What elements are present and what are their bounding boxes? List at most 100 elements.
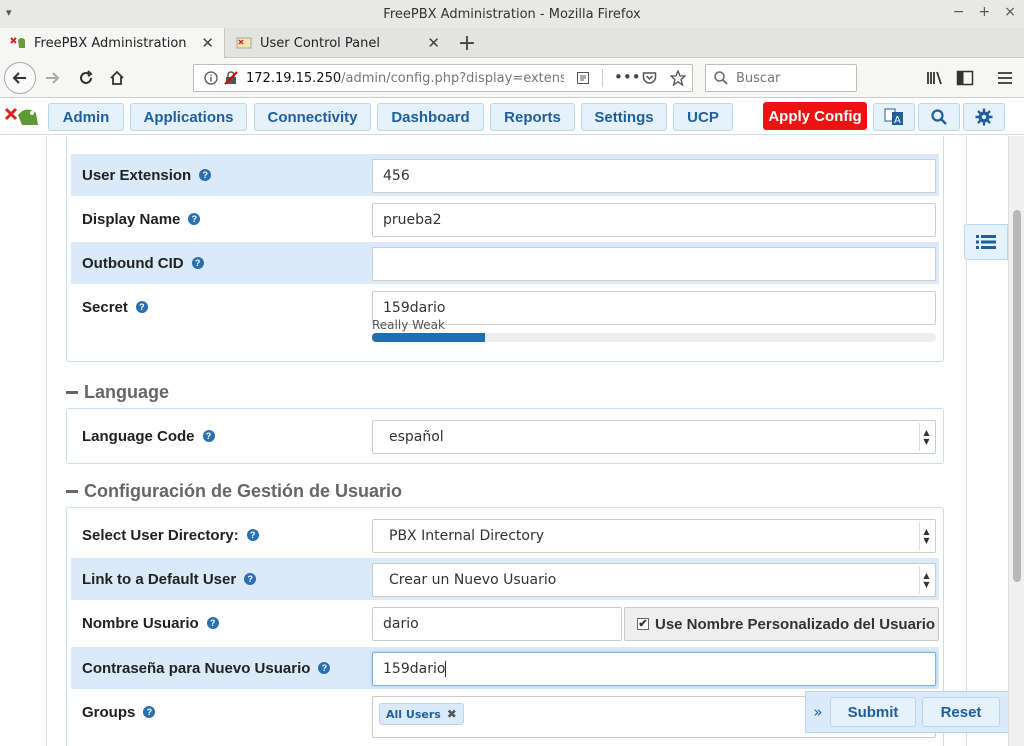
chevron-down-icon: ▲ ▼	[919, 423, 933, 451]
new-tab-icon[interactable]: +	[455, 28, 479, 58]
submit-button[interactable]: Submit	[830, 697, 916, 727]
url-text: 172.19.15.250/admin/config.php?display=e…	[246, 71, 564, 86]
minimize-icon[interactable]: −	[953, 4, 965, 20]
nav-applications[interactable]: Applications	[130, 103, 247, 131]
outbound-cid-field[interactable]	[372, 247, 936, 281]
page-actions-icon[interactable]: •••	[614, 68, 641, 86]
user-extension-field[interactable]: 456	[372, 159, 936, 193]
tab-user-control-panel[interactable]: User Control Panel ✕	[226, 28, 450, 58]
url-bar[interactable]: 172.19.15.250/admin/config.php?display=e…	[193, 64, 693, 92]
new-user-password-field[interactable]: 159dario	[372, 652, 936, 686]
search-placeholder: Buscar	[736, 70, 781, 86]
nav-ucp[interactable]: UCP	[673, 103, 733, 131]
groups-label: Groups?	[82, 691, 156, 733]
search-icon	[714, 71, 728, 85]
remove-tag-icon[interactable]: ✖	[447, 707, 457, 721]
svg-text:A: A	[894, 115, 901, 126]
display-name-field[interactable]: prueba2	[372, 203, 936, 237]
home-icon[interactable]	[107, 68, 127, 88]
apply-config-button[interactable]: Apply Config	[763, 102, 867, 130]
window-titlebar: ▾ FreePBX Administration - Mozilla Firef…	[0, 0, 1024, 28]
secret-field[interactable]: 159dario	[372, 291, 936, 325]
user-directory-select[interactable]: PBX Internal Directory ▲ ▼	[372, 519, 936, 553]
new-user-password-label: Contraseña para Nuevo Usuario?	[82, 647, 331, 689]
tab-bar: FreePBX Administration ✕ User Control Pa…	[0, 28, 1024, 58]
ucp-favicon-icon	[236, 35, 252, 51]
help-icon[interactable]: ?	[318, 662, 331, 674]
chevron-down-icon: ▲ ▼	[919, 566, 933, 594]
freepbx-logo-icon[interactable]	[4, 105, 40, 129]
tab-label: FreePBX Administration	[34, 35, 187, 51]
help-icon[interactable]: ?	[143, 706, 156, 718]
reset-button[interactable]: Reset	[922, 697, 1000, 727]
password-strength-bar	[372, 333, 936, 342]
tab-label: User Control Panel	[260, 35, 380, 51]
back-icon[interactable]	[4, 62, 36, 94]
url-divider	[602, 69, 603, 87]
nav-admin[interactable]: Admin	[48, 103, 124, 131]
general-settings-panel: User Extension? 456 Display Name? prueba…	[66, 136, 944, 362]
language-section-title[interactable]: Language	[66, 382, 169, 403]
collapse-icon[interactable]	[66, 490, 78, 493]
hamburger-menu-icon[interactable]	[995, 68, 1015, 88]
help-icon[interactable]: ?	[206, 617, 219, 629]
search-icon[interactable]	[918, 103, 960, 131]
custom-username-checkbox[interactable]: ✔	[637, 618, 649, 630]
page-content: User Extension? 456 Display Name? prueba…	[0, 136, 1008, 746]
user-management-section-title[interactable]: Configuración de Gestión de Usuario	[66, 481, 402, 502]
pocket-icon[interactable]	[642, 71, 657, 89]
nav-reports[interactable]: Reports	[490, 103, 575, 131]
help-icon[interactable]: ?	[135, 301, 148, 313]
tab-close-icon[interactable]: ✕	[427, 34, 440, 52]
username-row: Nombre Usuario? dario ✔ Use Nombre Perso…	[71, 602, 939, 644]
collapse-bar-icon[interactable]: »	[806, 703, 830, 721]
navigation-bar: 172.19.15.250/admin/config.php?display=e…	[0, 58, 1024, 98]
url-path: /admin/config.php?display=extensions	[341, 70, 564, 86]
close-icon[interactable]: ×	[1004, 4, 1016, 20]
username-field[interactable]: dario	[372, 607, 622, 641]
scrollbar-thumb[interactable]	[1013, 210, 1021, 582]
tab-close-icon[interactable]: ✕	[201, 34, 214, 52]
nav-dashboard[interactable]: Dashboard	[377, 103, 484, 131]
page-scrollbar[interactable]	[1008, 136, 1024, 746]
maximize-icon[interactable]: +	[979, 4, 991, 20]
language-code-row: Language Code? español ▲ ▼	[71, 415, 939, 457]
help-icon[interactable]: ?	[199, 169, 212, 181]
default-user-label: Link to a Default User?	[82, 558, 257, 600]
forward-icon[interactable]	[42, 68, 62, 88]
window-menu-icon[interactable]: ▾	[6, 6, 12, 19]
default-user-select[interactable]: Crear un Nuevo Usuario ▲ ▼	[372, 563, 936, 597]
text-cursor	[445, 661, 447, 677]
display-name-label: Display Name?	[82, 198, 201, 240]
reload-icon[interactable]	[76, 68, 96, 88]
secret-label: Secret?	[82, 286, 148, 328]
window-controls: − + ×	[953, 4, 1016, 20]
info-icon[interactable]	[204, 71, 218, 89]
help-icon[interactable]: ?	[244, 573, 257, 585]
help-icon[interactable]: ?	[188, 213, 201, 225]
insecure-lock-icon[interactable]	[224, 71, 238, 89]
search-bar[interactable]: Buscar	[705, 64, 857, 92]
sidebar-toggle-icon[interactable]	[955, 68, 975, 88]
language-icon[interactable]: A	[873, 103, 915, 131]
help-icon[interactable]: ?	[246, 529, 259, 541]
url-host: 172.19.15.250	[246, 70, 342, 86]
reader-view-icon[interactable]	[576, 71, 590, 89]
collapse-icon[interactable]	[66, 391, 78, 394]
freepbx-nav: Admin Applications Connectivity Dashboar…	[0, 99, 1024, 135]
tab-freepbx-administration[interactable]: FreePBX Administration ✕	[0, 28, 225, 58]
divider	[46, 136, 47, 746]
language-panel: Language Code? español ▲ ▼	[66, 408, 944, 464]
bookmark-star-icon[interactable]	[669, 69, 687, 90]
library-icon[interactable]	[925, 68, 945, 88]
help-icon[interactable]: ?	[191, 257, 204, 269]
display-name-row: Display Name? prueba2	[71, 198, 939, 240]
nav-settings[interactable]: Settings	[581, 103, 667, 131]
group-tag: All Users ✖	[379, 703, 464, 725]
language-code-select[interactable]: español ▲ ▼	[372, 420, 936, 454]
custom-username-toggle[interactable]: ✔ Use Nombre Personalizado del Usuario	[624, 607, 939, 641]
gear-icon[interactable]	[963, 103, 1005, 131]
nav-connectivity[interactable]: Connectivity	[254, 103, 371, 131]
list-view-icon[interactable]	[964, 224, 1008, 260]
help-icon[interactable]: ?	[202, 430, 215, 442]
